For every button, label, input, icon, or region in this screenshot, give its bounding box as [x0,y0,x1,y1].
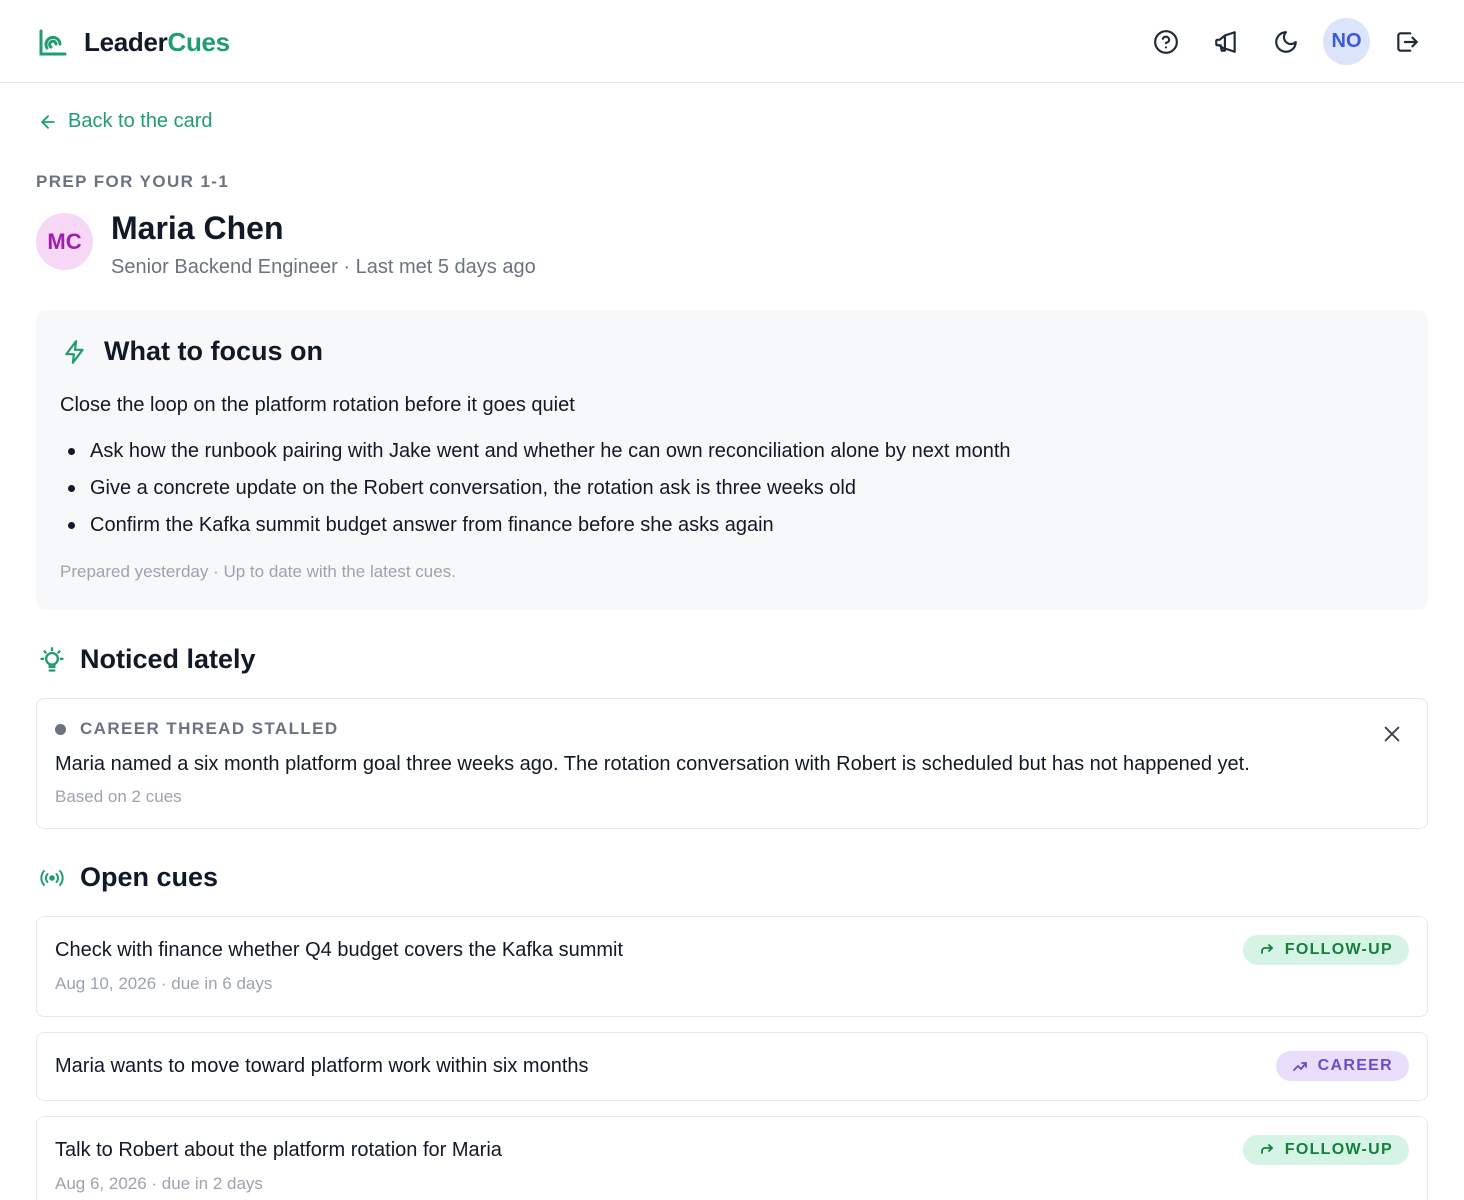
focus-lead: Close the loop on the platform rotation … [60,394,575,416]
cue-tag-follow-up: FOLLOW-UP [1242,935,1409,965]
announcements-icon [1215,30,1236,53]
help-icon [1154,29,1178,54]
focus-item: Confirm the Kafka summit budget answer f… [66,514,1011,551]
cue-tag-follow-up: FOLLOW-UP [1242,1135,1409,1165]
focus-panel: What to focus on Close the loop on the p… [36,310,1428,610]
arrow-left-icon [41,114,55,129]
announcements-button[interactable] [1203,19,1249,65]
lightning-icon [65,339,84,364]
signal-label-text: CAREER THREAD STALLED [80,719,339,738]
focus-list: Ask how the runbook pairing with Jake we… [66,440,1011,551]
back-to-card-link[interactable]: Back to the card [38,110,213,133]
lightbulb-icon [40,646,64,672]
broadcast-icon [40,869,64,886]
noticed-title-text: Noticed lately [80,644,256,674]
cue-tag-label: FOLLOW-UP [1284,1141,1393,1158]
logout-button[interactable] [1384,19,1430,65]
redo-arrow-icon [1260,944,1273,954]
focus-item: Give a concrete update on the Robert con… [66,477,1011,514]
noticed-section-title: Noticed lately [38,644,256,675]
open-cues-title-text: Open cues [80,862,219,892]
cue-text: Talk to Robert about the platform rotati… [55,1139,502,1161]
back-link-label: Back to the card [68,110,213,132]
person-info: Maria Chen Senior Backend Engineer · Las… [111,210,536,279]
cue-text: Maria wants to move toward platform work… [55,1055,589,1077]
open-cues-section-title: Open cues [38,862,218,893]
page-eyebrow: PREP FOR YOUR 1-1 [36,172,230,191]
dark-mode-toggle[interactable] [1263,19,1309,65]
person-name: Maria Chen [111,210,284,246]
signal-label: CAREER THREAD STALLED [55,719,339,739]
signal-dot [55,723,66,735]
focus-meta: Prepared yesterday · Up to date with the… [60,562,456,581]
signal-meta: Based on 2 cues [55,787,182,806]
moon-icon [1275,30,1297,53]
cue-tag-career: CAREER [1275,1051,1409,1081]
user-avatar-button[interactable]: NO [1323,18,1370,65]
signal-card: CAREER THREAD STALLED Maria named a six … [36,698,1428,829]
logout-icon [1397,31,1418,52]
cue-card[interactable]: Maria wants to move toward platform work… [36,1032,1428,1101]
help-button[interactable] [1143,19,1189,65]
person-subtitle: Senior Backend Engineer · Last met 5 day… [111,256,536,278]
brand-logo[interactable]: LeaderCues [38,24,230,60]
top-bar: LeaderCues NO [0,0,1464,83]
redo-arrow-icon [1260,1144,1273,1154]
leadercues-logo-icon [39,29,67,56]
dismiss-icon[interactable] [1381,723,1403,745]
cue-tag-label: CAREER [1317,1057,1393,1074]
signal-text: Maria named a six month platform goal th… [55,753,1250,775]
cue-tag-label: FOLLOW-UP [1284,941,1393,958]
cue-due: Aug 6, 2026 · due in 2 days [55,1174,263,1193]
focus-title: What to focus on [62,336,323,367]
cue-due: Aug 10, 2026 · due in 6 days [55,974,273,993]
cue-card[interactable]: Check with finance whether Q4 budget cov… [36,916,1428,1017]
focus-item: Ask how the runbook pairing with Jake we… [66,440,1011,477]
person-avatar: MC [36,213,93,270]
header-actions: NO [1129,18,1430,65]
cue-card[interactable]: Talk to Robert about the platform rotati… [36,1116,1428,1200]
brand-name: LeaderCues [84,26,230,57]
focus-title-text: What to focus on [104,336,323,366]
person-header: MC Maria Chen Senior Backend Engineer · … [36,210,536,279]
trending-up-icon [1292,1062,1307,1071]
cue-text: Check with finance whether Q4 budget cov… [55,939,624,961]
